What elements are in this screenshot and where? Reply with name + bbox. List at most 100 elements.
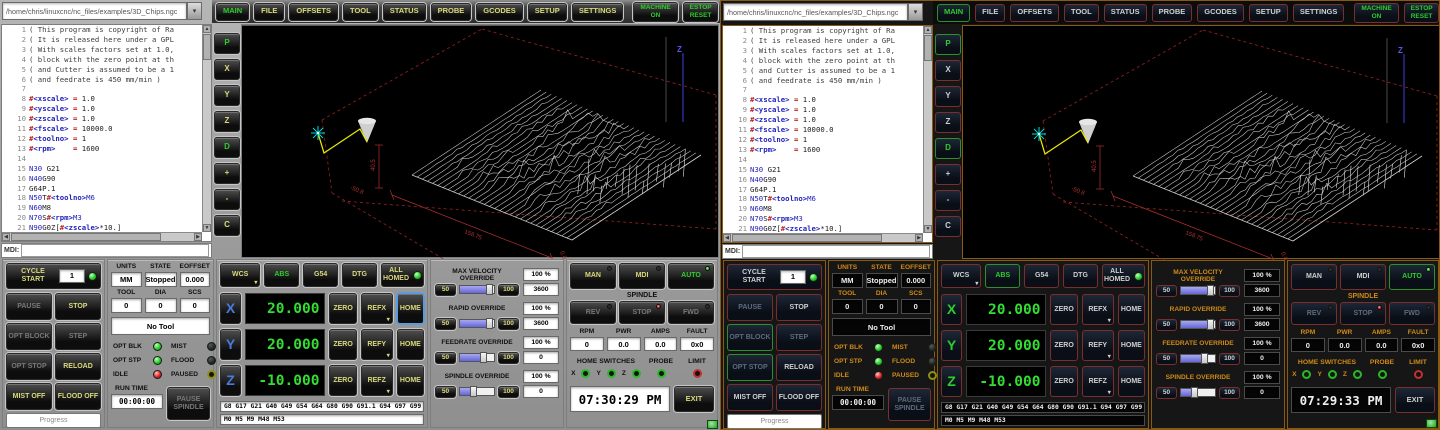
step-button[interactable]: STEP: [55, 323, 101, 350]
estop-reset-button[interactable]: ESTOP RESET: [683, 2, 719, 22]
exit-button[interactable]: EXIT: [1395, 387, 1435, 413]
scroll-down-icon[interactable]: ▼: [203, 224, 211, 232]
view-y-button[interactable]: Y: [214, 85, 240, 106]
spindle-min-button[interactable]: 50: [1156, 387, 1177, 399]
toolpath-preview[interactable]: 158.75 -50.8 40.5 0.0 Z: [962, 25, 1440, 259]
gcode-editor[interactable]: 1( This program is copyright of Ra2( It …: [722, 25, 933, 243]
zero-z-button[interactable]: ZERO: [329, 365, 356, 396]
menu-setup[interactable]: SETUP: [528, 3, 567, 21]
menu-offsets[interactable]: OFFSETS: [1010, 4, 1059, 22]
feedrate-min-button[interactable]: 50: [435, 352, 456, 364]
vertical-scrollbar[interactable]: ▲ ▼: [923, 26, 932, 233]
menu-probe[interactable]: PROBE: [431, 3, 472, 21]
mdi-mode-button[interactable]: MDI: [619, 263, 665, 289]
horizontal-scrollbar[interactable]: ◀ ▶: [2, 232, 202, 241]
home-y-button[interactable]: HOME: [1118, 330, 1145, 361]
spindle-min-button[interactable]: 50: [435, 386, 456, 398]
feedrate-override-slider[interactable]: [459, 353, 495, 362]
ref-y-button[interactable]: REFY▾: [361, 329, 393, 360]
g54-button[interactable]: G54: [1024, 264, 1059, 288]
scroll-left-icon[interactable]: ◀: [2, 233, 10, 241]
reload-button[interactable]: RELOAD: [776, 354, 822, 381]
zoom-in-button[interactable]: +: [214, 163, 240, 184]
max-velocity-slider[interactable]: [1180, 286, 1216, 295]
man-mode-button[interactable]: MAN: [570, 263, 616, 289]
rapid-override-slider[interactable]: [459, 319, 495, 328]
rapid-max-button[interactable]: 100: [1219, 319, 1240, 331]
exit-button[interactable]: EXIT: [674, 386, 714, 412]
view-z-button[interactable]: Z: [214, 111, 240, 132]
file-path-combo[interactable]: /home/chris/linuxcnc/nc_files/examples/3…: [723, 3, 923, 21]
zoom-in-button[interactable]: +: [935, 164, 961, 185]
view-dimensions-button[interactable]: D: [935, 138, 961, 159]
auto-mode-button[interactable]: AUTO: [668, 263, 714, 289]
axis-z-button[interactable]: Z: [941, 366, 962, 397]
rapid-override-slider[interactable]: [1180, 320, 1216, 329]
spindle-override-slider[interactable]: [1180, 388, 1216, 397]
estop-reset-button[interactable]: ESTOP RESET: [1404, 3, 1440, 23]
zero-x-button[interactable]: ZERO: [329, 293, 356, 324]
axis-z-button[interactable]: Z: [220, 365, 241, 396]
zero-y-button[interactable]: ZERO: [1050, 330, 1077, 361]
menu-setup[interactable]: SETUP: [1249, 4, 1288, 22]
home-x-button[interactable]: HOME: [1118, 294, 1145, 325]
menu-offsets[interactable]: OFFSETS: [289, 3, 338, 21]
spindle-max-button[interactable]: 100: [1219, 387, 1240, 399]
pause-spindle-button[interactable]: PAUSE SPINDLE: [167, 387, 210, 420]
mdi-mode-button[interactable]: MDI: [1340, 264, 1386, 290]
spindle-max-button[interactable]: 100: [498, 386, 519, 398]
stop-button[interactable]: STOP: [776, 294, 822, 321]
view-dimensions-button[interactable]: D: [214, 137, 240, 158]
pause-button[interactable]: PAUSE: [6, 293, 52, 320]
vertical-scrollbar[interactable]: ▲ ▼: [202, 25, 211, 232]
feedrate-min-button[interactable]: 50: [1156, 353, 1177, 365]
menu-main[interactable]: MAIN: [937, 4, 970, 22]
all-homed-button[interactable]: ALL HOMED: [381, 263, 424, 287]
horizontal-scrollbar[interactable]: ◀ ▶: [723, 233, 923, 242]
mist-off-button[interactable]: MIST OFF: [6, 383, 52, 410]
step-button[interactable]: STEP: [776, 324, 822, 351]
home-y-button[interactable]: HOME: [397, 329, 424, 360]
feedrate-max-button[interactable]: 100: [1219, 353, 1240, 365]
opt-block-button[interactable]: OPT BLOCK: [727, 324, 773, 351]
machine-on-button[interactable]: MACHINE ON: [633, 2, 677, 22]
pause-button[interactable]: PAUSE: [727, 294, 773, 321]
combo-dropdown-icon[interactable]: ▾: [187, 2, 202, 20]
spindle-stop-button[interactable]: STOP: [619, 301, 665, 324]
menu-gcodes[interactable]: GCODES: [476, 3, 523, 21]
machine-on-button[interactable]: MACHINE ON: [1354, 3, 1398, 23]
menu-main[interactable]: MAIN: [216, 3, 249, 21]
pause-spindle-button[interactable]: PAUSE SPINDLE: [888, 388, 931, 421]
rapid-min-button[interactable]: 50: [1156, 319, 1177, 331]
opt-block-button[interactable]: OPT BLOCK: [6, 323, 52, 350]
scroll-thumb-h[interactable]: [732, 234, 882, 242]
axis-x-button[interactable]: X: [941, 294, 962, 325]
file-path-combo[interactable]: /home/chris/linuxcnc/nc_files/examples/3…: [2, 2, 202, 20]
rapid-min-button[interactable]: 50: [435, 318, 456, 330]
ref-y-button[interactable]: REFY▾: [1082, 330, 1114, 361]
spindle-stop-button[interactable]: STOP: [1340, 302, 1386, 325]
scroll-thumb[interactable]: [203, 34, 211, 60]
max-velocity-min-button[interactable]: 50: [1156, 285, 1177, 297]
menu-tool[interactable]: TOOL: [1064, 4, 1099, 22]
view-perspective-button[interactable]: P: [935, 34, 961, 55]
scroll-right-icon[interactable]: ▶: [194, 233, 202, 241]
ref-x-button[interactable]: REFX▾: [361, 293, 393, 324]
g54-button[interactable]: G54: [303, 263, 338, 287]
menu-file[interactable]: FILE: [254, 3, 284, 21]
spindle-fwd-button[interactable]: FWD: [1389, 302, 1435, 325]
cycle-count-spinner[interactable]: 1: [780, 270, 806, 284]
view-y-button[interactable]: Y: [935, 86, 961, 107]
opt-stop-button[interactable]: OPT STOP: [727, 354, 773, 381]
scroll-down-icon[interactable]: ▼: [924, 225, 932, 233]
flood-off-button[interactable]: FLOOD OFF: [776, 384, 822, 411]
zero-x-button[interactable]: ZERO: [1050, 294, 1077, 325]
dtg-button[interactable]: DTG: [1063, 264, 1098, 288]
toolpath-preview[interactable]: 158.75 -50.8 40.5 0.0 Z: [241, 24, 719, 258]
ref-x-button[interactable]: REFX▾: [1082, 294, 1114, 325]
man-mode-button[interactable]: MAN: [1291, 264, 1337, 290]
scroll-thumb[interactable]: [924, 35, 932, 61]
view-x-button[interactable]: X: [214, 59, 240, 80]
wcs-button[interactable]: WCS ▾: [220, 263, 260, 287]
zoom-out-button[interactable]: -: [935, 190, 961, 211]
